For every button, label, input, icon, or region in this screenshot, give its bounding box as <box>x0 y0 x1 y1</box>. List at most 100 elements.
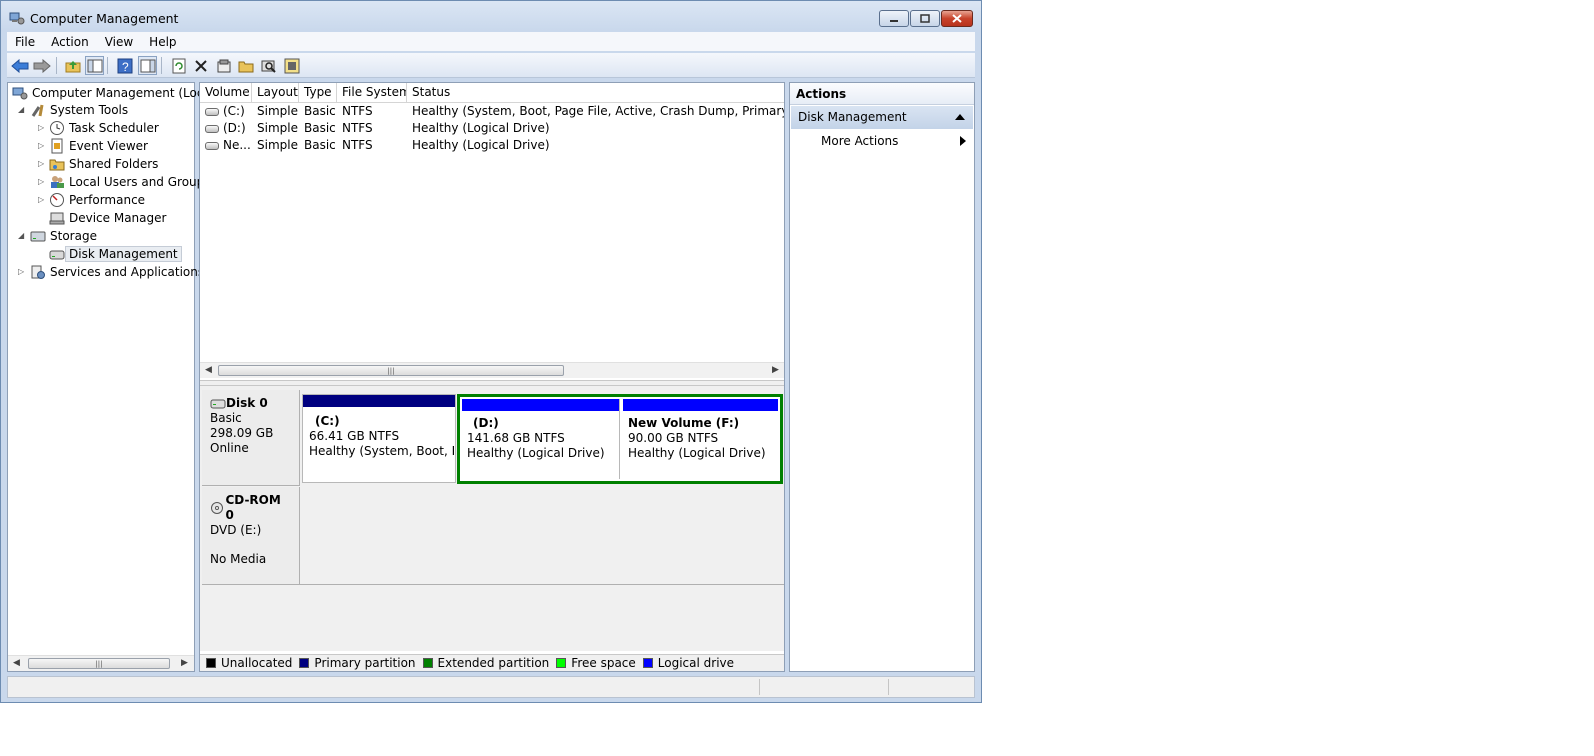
volume-cell: (D:) <box>200 120 252 137</box>
volume-row[interactable]: Ne... Simple Basic NTFS Healthy (Logical… <box>200 137 784 154</box>
tools-icon <box>31 104 44 117</box>
back-button[interactable] <box>10 56 29 75</box>
collapse-arrow-icon[interactable]: ◢ <box>18 231 26 241</box>
more-actions-label: More Actions <box>821 134 899 148</box>
submenu-arrow-icon <box>960 136 966 146</box>
tree-item-services-applications[interactable]: Services and Applications <box>30 263 204 280</box>
partition-d[interactable]: (D:) 141.68 GB NTFS Healthy (Logical Dri… <box>462 399 620 479</box>
drive-icon <box>205 107 219 116</box>
tree-item-local-users-groups[interactable]: Local Users and Groups <box>49 173 211 190</box>
legend-label: Free space <box>571 656 636 670</box>
refresh-button[interactable] <box>169 56 188 75</box>
disk-type: DVD (E:) <box>210 523 262 537</box>
computer-management-icon <box>9 12 25 25</box>
shared-folder-icon <box>49 159 65 170</box>
legend-item-free-space: Free space <box>556 656 636 670</box>
legend-label: Primary partition <box>314 656 416 670</box>
disk-graphical-view: Disk 0 Basic 298.09 GB Online (C:) 66.41… <box>200 386 784 651</box>
partition-title: (C:) <box>315 414 340 428</box>
tree-item-label: Performance <box>69 192 146 207</box>
hard-disk-icon <box>210 399 226 408</box>
collapse-up-icon[interactable] <box>955 114 965 121</box>
cd-rom-0-label[interactable]: CD-ROM 0 DVD (E:) No Media <box>202 487 300 585</box>
column-header-status[interactable]: Status <box>407 83 784 102</box>
up-one-level-button[interactable] <box>63 56 82 75</box>
open-button[interactable] <box>236 56 255 75</box>
close-button[interactable] <box>941 10 973 27</box>
volume-row[interactable]: (D:) Simple Basic NTFS Healthy (Logical … <box>200 120 784 137</box>
expand-arrow-icon[interactable]: ▷ <box>38 159 46 169</box>
scroll-right-arrow-icon[interactable]: ▶ <box>181 658 188 668</box>
legend-swatch <box>299 658 310 668</box>
show-hide-action-pane-button[interactable] <box>138 56 157 75</box>
tree-horizontal-scrollbar[interactable]: ◀ ||| ▶ <box>8 655 194 671</box>
actions-section-disk-management[interactable]: Disk Management <box>791 106 973 129</box>
menu-help[interactable]: Help <box>141 35 184 49</box>
scroll-left-arrow-icon[interactable]: ◀ <box>205 365 212 375</box>
partition-info: (C:) 66.41 GB NTFS Healthy (System, Boot… <box>309 414 454 459</box>
drive-icon <box>205 124 219 133</box>
device-manager-icon <box>49 212 65 224</box>
disk-size: 298.09 GB <box>210 426 274 440</box>
partition-legend: Unallocated Primary partition Extended p… <box>200 654 784 671</box>
tree-item-device-manager[interactable]: Device Manager <box>49 209 166 226</box>
tree-item-event-viewer[interactable]: Event Viewer <box>49 137 148 154</box>
volume-row[interactable]: (C:) Simple Basic NTFS Healthy (System, … <box>200 103 784 120</box>
expand-arrow-icon[interactable]: ▷ <box>18 267 26 277</box>
menu-view[interactable]: View <box>97 35 141 49</box>
menu-action[interactable]: Action <box>43 35 97 49</box>
column-header-file-system[interactable]: File System <box>337 83 407 102</box>
column-header-layout[interactable]: Layout <box>252 83 299 102</box>
collapse-arrow-icon[interactable]: ◢ <box>18 105 26 115</box>
title-bar[interactable]: Computer Management <box>1 1 981 32</box>
forward-button[interactable] <box>32 56 51 75</box>
tree-item-storage[interactable]: Storage <box>30 227 97 244</box>
toolbar-separator <box>56 57 57 74</box>
extended-partition: (D:) 141.68 GB NTFS Healthy (Logical Dri… <box>457 394 783 484</box>
back-arrow-icon <box>10 58 28 73</box>
scroll-right-arrow-icon[interactable]: ▶ <box>772 365 779 375</box>
partition-c[interactable]: (C:) 66.41 GB NTFS Healthy (System, Boot… <box>302 394 456 483</box>
column-header-volume[interactable]: Volume <box>200 83 252 102</box>
event-log-icon <box>51 138 63 153</box>
expand-arrow-icon[interactable]: ▷ <box>38 195 46 205</box>
help-button[interactable]: ? <box>115 56 134 75</box>
tree-item-disk-management[interactable]: Disk Management <box>49 245 182 262</box>
refresh-icon <box>172 58 185 73</box>
partition-size: 141.68 GB NTFS <box>467 431 565 445</box>
minimize-button[interactable] <box>879 10 909 27</box>
maximize-button[interactable] <box>910 10 940 27</box>
properties-button[interactable] <box>214 56 233 75</box>
tree-item-system-tools[interactable]: System Tools <box>30 101 128 118</box>
partition-f[interactable]: New Volume (F:) 90.00 GB NTFS Healthy (L… <box>623 399 778 479</box>
scroll-thumb[interactable]: ||| <box>218 365 564 376</box>
disk-0-label[interactable]: Disk 0 Basic 298.09 GB Online <box>202 390 300 486</box>
menu-file[interactable]: File <box>7 35 43 49</box>
delete-button[interactable] <box>191 56 210 75</box>
scroll-left-arrow-icon[interactable]: ◀ <box>13 658 20 668</box>
expand-arrow-icon[interactable]: ▷ <box>38 141 46 151</box>
storage-icon <box>30 231 46 241</box>
cd-rom-media-area[interactable] <box>300 487 784 585</box>
actions-title: Actions <box>790 83 974 105</box>
scroll-thumb[interactable]: ||| <box>28 658 170 669</box>
column-header-type[interactable]: Type <box>299 83 337 102</box>
more-actions-item[interactable]: More Actions <box>790 132 974 150</box>
tree-root-computer-management[interactable]: Computer Management (Local <box>12 84 214 101</box>
delete-icon <box>194 59 207 72</box>
legend-swatch <box>206 658 216 668</box>
volume-list-horizontal-scrollbar[interactable]: ◀ ||| ▶ <box>200 362 784 378</box>
show-hide-console-tree-button[interactable] <box>85 56 104 75</box>
performance-gauge-icon <box>50 192 64 207</box>
expand-arrow-icon[interactable]: ▷ <box>38 123 46 133</box>
settings-button[interactable] <box>282 56 301 75</box>
show-action-pane-icon <box>140 59 155 72</box>
expand-arrow-icon[interactable]: ▷ <box>38 177 46 187</box>
file-system-cell: NTFS <box>342 104 373 118</box>
layout-cell: Simple <box>257 121 298 135</box>
tree-item-task-scheduler[interactable]: Task Scheduler <box>49 119 159 136</box>
volume-list-header: Volume Layout Type File System Status <box>200 83 784 103</box>
tree-item-performance[interactable]: Performance <box>49 191 145 208</box>
tree-item-shared-folders[interactable]: Shared Folders <box>49 155 158 172</box>
rescan-disks-button[interactable] <box>259 56 278 75</box>
